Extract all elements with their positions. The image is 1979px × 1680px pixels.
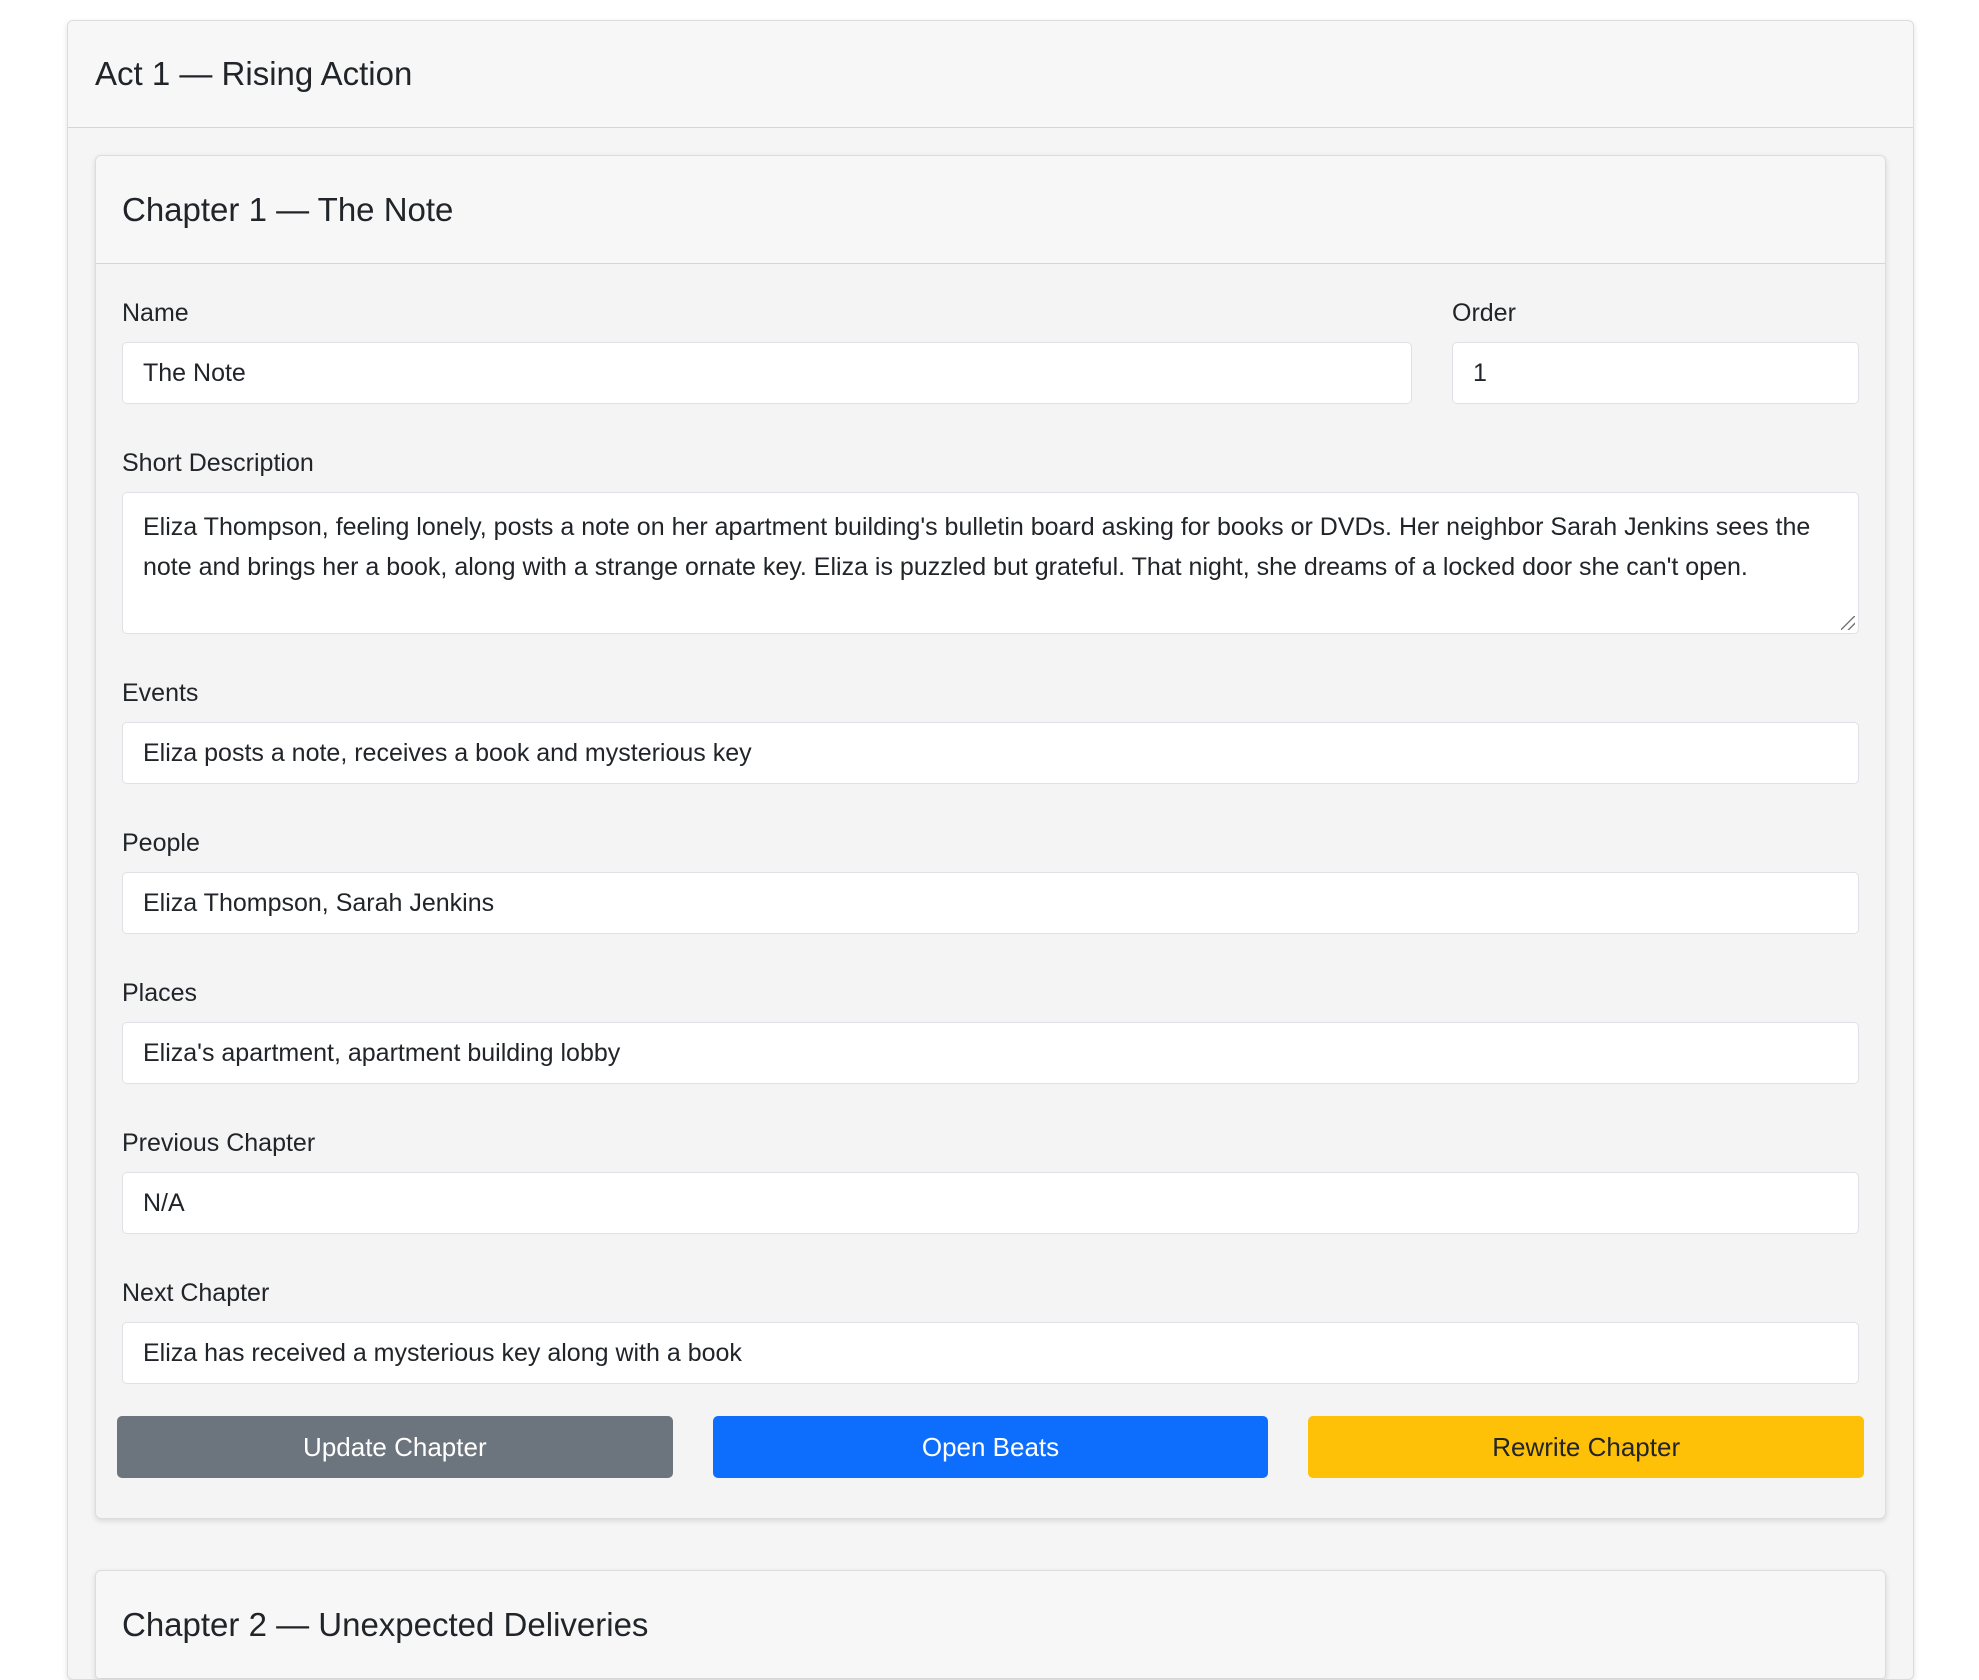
- next-chapter-label: Next Chapter: [122, 1279, 270, 1307]
- short-description-text: Eliza Thompson, feeling lonely, posts a …: [143, 513, 1811, 581]
- act-body: Chapter 1 — The Note Name The Note Order…: [68, 128, 1913, 1679]
- next-chapter-group: Next Chapter Eliza has received a myster…: [122, 1274, 1859, 1384]
- previous-chapter-group: Previous Chapter N/A: [122, 1124, 1859, 1234]
- places-group: Places Eliza's apartment, apartment buil…: [122, 974, 1859, 1084]
- short-description-textarea[interactable]: Eliza Thompson, feeling lonely, posts a …: [122, 492, 1859, 634]
- chapter-header: Chapter 1 — The Note: [96, 156, 1885, 264]
- events-input[interactable]: Eliza posts a note, receives a book and …: [122, 722, 1859, 784]
- chapter-header: Chapter 2 — Unexpected Deliveries: [96, 1571, 1885, 1679]
- events-group: Events Eliza posts a note, receives a bo…: [122, 674, 1859, 784]
- chapter-card: Chapter 2 — Unexpected Deliveries: [95, 1570, 1886, 1679]
- people-label: People: [122, 829, 200, 857]
- next-chapter-input[interactable]: Eliza has received a mysterious key alon…: [122, 1322, 1859, 1384]
- chapter-actions: Update Chapter Open Beats Rewrite Chapte…: [117, 1416, 1865, 1478]
- chapter-form: Name The Note Order 1 Short Description …: [96, 264, 1885, 1518]
- rewrite-chapter-button[interactable]: Rewrite Chapter: [1308, 1416, 1865, 1478]
- places-label: Places: [122, 979, 198, 1007]
- people-input[interactable]: Eliza Thompson, Sarah Jenkins: [122, 872, 1859, 934]
- act-header: Act 1 — Rising Action: [68, 21, 1913, 128]
- name-label: Name: [122, 299, 189, 327]
- order-input[interactable]: 1: [1452, 342, 1859, 404]
- name-order-row: Name The Note Order 1: [122, 294, 1859, 444]
- short-description-group: Short Description Eliza Thompson, feelin…: [122, 444, 1859, 634]
- chapter-title: Chapter 1 — The Note: [122, 190, 454, 228]
- events-label: Events: [122, 679, 199, 707]
- open-beats-button[interactable]: Open Beats: [712, 1416, 1269, 1478]
- name-input[interactable]: The Note: [122, 342, 1412, 404]
- order-group: Order 1: [1452, 294, 1859, 444]
- name-group: Name The Note: [122, 294, 1412, 444]
- places-input[interactable]: Eliza's apartment, apartment building lo…: [122, 1022, 1859, 1084]
- people-group: People Eliza Thompson, Sarah Jenkins: [122, 824, 1859, 934]
- resize-handle[interactable]: [1841, 616, 1855, 630]
- act-card: Act 1 — Rising Action Chapter 1 — The No…: [67, 20, 1914, 1680]
- order-label: Order: [1452, 299, 1516, 327]
- chapter-card: Chapter 1 — The Note Name The Note Order…: [95, 155, 1886, 1519]
- short-description-label: Short Description: [122, 449, 314, 477]
- previous-chapter-label: Previous Chapter: [122, 1129, 316, 1157]
- chapter-title: Chapter 2 — Unexpected Deliveries: [122, 1605, 649, 1643]
- previous-chapter-input[interactable]: N/A: [122, 1172, 1859, 1234]
- act-title: Act 1 — Rising Action: [95, 55, 413, 92]
- update-chapter-button[interactable]: Update Chapter: [117, 1416, 673, 1478]
